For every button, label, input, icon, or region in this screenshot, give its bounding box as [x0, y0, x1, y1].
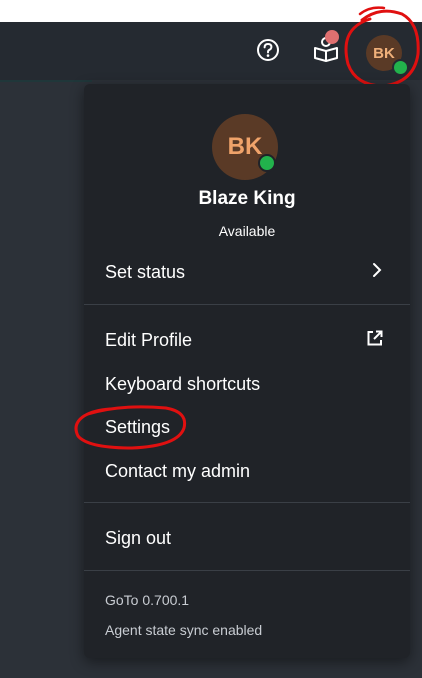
settings-item[interactable]: Settings — [84, 410, 410, 444]
sign-out-item[interactable]: Sign out — [84, 521, 410, 555]
set-status-label: Set status — [105, 261, 186, 282]
profile-presence-indicator-icon — [258, 154, 276, 172]
window-top-strip — [0, 0, 422, 22]
keyboard-shortcuts-label: Keyboard shortcuts — [105, 373, 261, 394]
menu-divider — [84, 570, 410, 571]
help-icon[interactable] — [254, 36, 282, 64]
edit-profile-label: Edit Profile — [105, 329, 193, 350]
keyboard-shortcuts-item[interactable]: Keyboard shortcuts — [84, 367, 410, 401]
top-bar-accent-line — [0, 80, 92, 82]
app-version: GoTo 0.700.1 — [105, 592, 190, 608]
external-link-icon — [366, 329, 384, 352]
sync-status: Agent state sync enabled — [105, 622, 263, 638]
contact-admin-label: Contact my admin — [105, 460, 251, 481]
settings-label: Settings — [105, 416, 171, 437]
presence-indicator-icon — [392, 59, 409, 76]
menu-divider — [84, 304, 410, 305]
sign-out-label: Sign out — [105, 527, 172, 548]
set-status-item[interactable]: Set status — [84, 255, 410, 289]
contact-admin-item[interactable]: Contact my admin — [84, 454, 410, 488]
menu-divider — [84, 502, 410, 503]
top-bar — [0, 22, 422, 80]
edit-profile-item[interactable]: Edit Profile — [84, 323, 410, 357]
profile-status: Available — [218, 223, 276, 239]
chevron-right-icon — [370, 261, 384, 284]
profile-name: Blaze King — [198, 188, 296, 209]
app-background: BK BK Blaze King Available Set status Ed… — [0, 0, 422, 678]
profile-menu: BK Blaze King Available Set status Edit … — [84, 84, 410, 658]
notification-badge — [325, 30, 339, 44]
